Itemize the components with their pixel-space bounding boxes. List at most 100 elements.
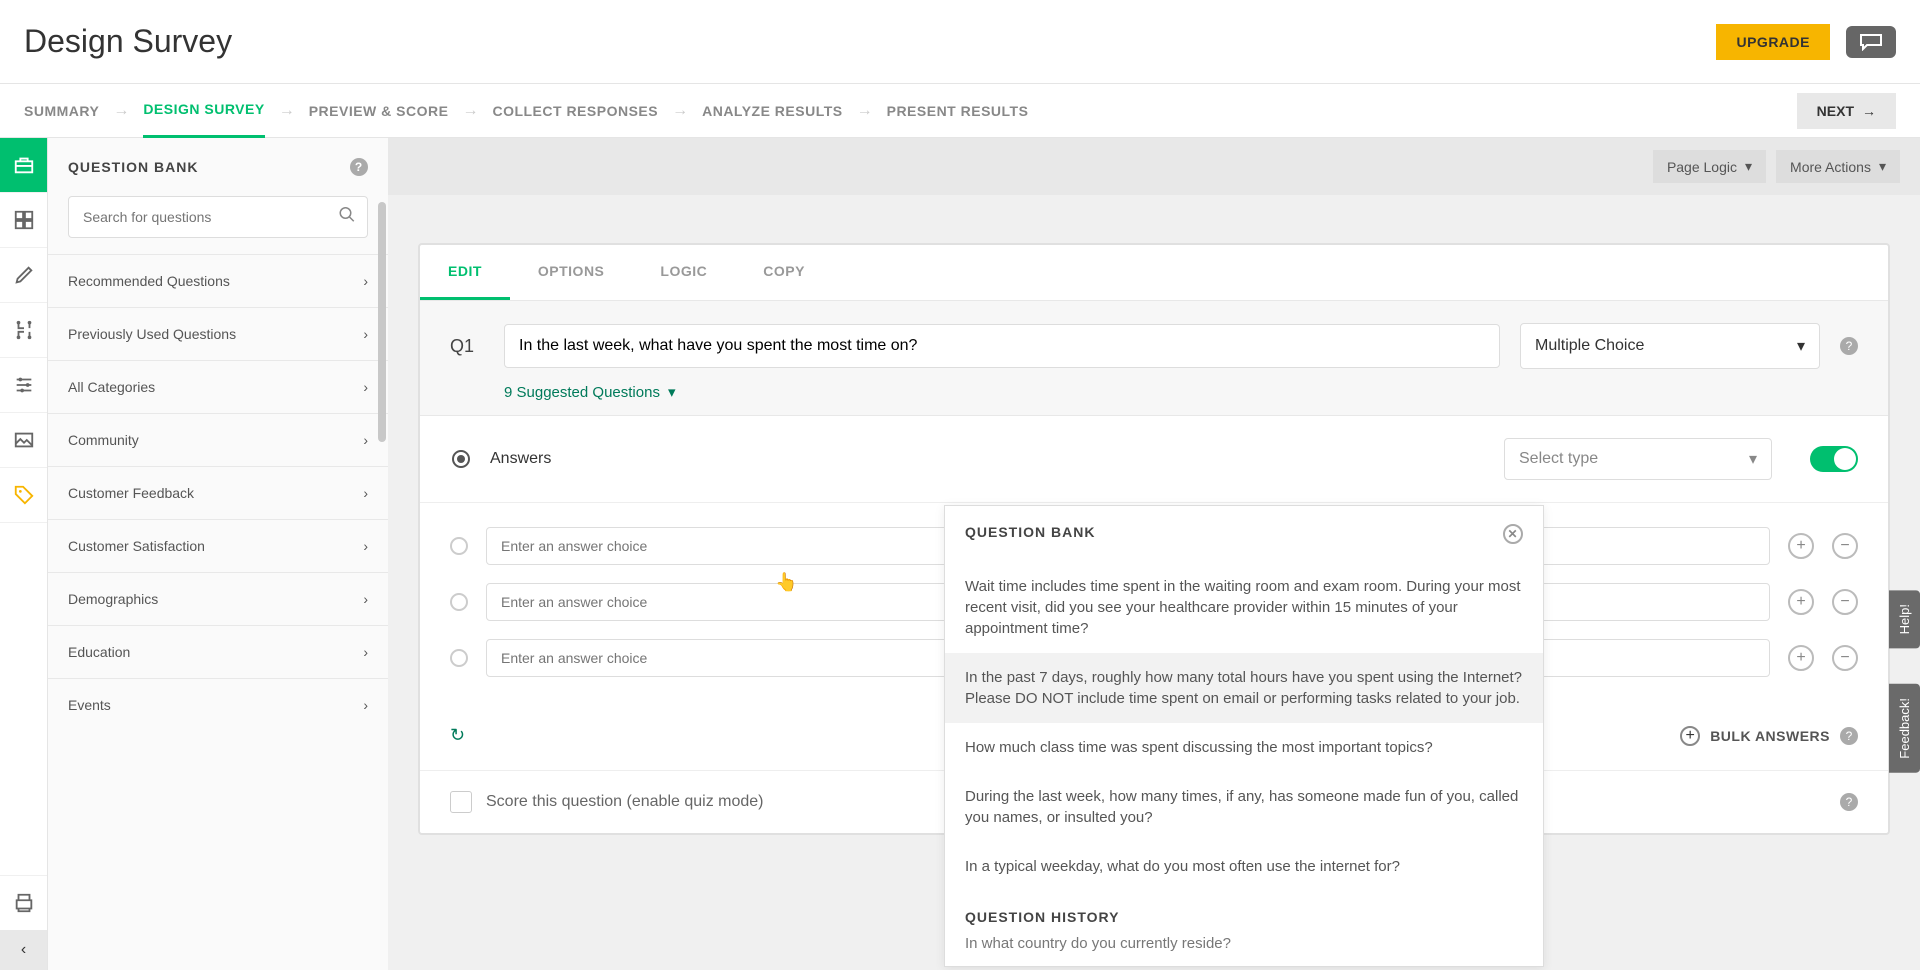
page-logic-label: Page Logic — [1667, 159, 1737, 175]
sidebar-item-demographics[interactable]: Demographics › — [48, 572, 388, 625]
breadcrumb-design-survey[interactable]: DESIGN SURVEY — [143, 83, 264, 138]
image-icon — [13, 429, 35, 451]
feedback-side-tab[interactable]: Feedback! — [1889, 684, 1920, 773]
next-button[interactable]: NEXT → — [1797, 93, 1896, 129]
remove-answer-button[interactable]: − — [1832, 533, 1858, 559]
breadcrumb-collect-responses[interactable]: COLLECT RESPONSES — [492, 85, 658, 137]
question-type-label: Multiple Choice — [1535, 337, 1644, 355]
page-title: Design Survey — [24, 23, 232, 60]
suggestion-item[interactable]: In a typical weekday, what do you most o… — [945, 842, 1543, 891]
remove-answer-button[interactable]: − — [1832, 645, 1858, 671]
sidebar-item-label: Events — [68, 697, 111, 713]
tab-edit[interactable]: EDIT — [420, 245, 510, 300]
sidebar-item-label: Customer Feedback — [68, 485, 194, 501]
suggested-questions-toggle[interactable]: 9 Suggested Questions ▾ — [420, 369, 1888, 416]
sidebar-item-all-categories[interactable]: All Categories › — [48, 360, 388, 413]
breadcrumb-present-results[interactable]: PRESENT RESULTS — [887, 85, 1029, 137]
chevron-right-icon: › — [363, 697, 368, 713]
sidebar-item-education[interactable]: Education › — [48, 625, 388, 678]
chevron-right-icon: › — [363, 273, 368, 289]
chevron-down-icon: ▾ — [1745, 158, 1752, 175]
chevron-right-icon: › — [363, 485, 368, 501]
chevron-right-icon: → — [857, 102, 873, 120]
suggestion-item[interactable]: During the last week, how many times, if… — [945, 772, 1543, 842]
rail-logic[interactable] — [0, 303, 47, 358]
rail-appearance[interactable] — [0, 248, 47, 303]
rail-options[interactable] — [0, 358, 47, 413]
question-id: Q1 — [450, 336, 484, 357]
page-logic-dropdown[interactable]: Page Logic ▾ — [1653, 150, 1766, 183]
question-type-select[interactable]: Multiple Choice ▾ — [1520, 323, 1820, 369]
chevron-right-icon: → — [462, 102, 478, 120]
tab-logic[interactable]: LOGIC — [632, 245, 735, 300]
tab-options[interactable]: OPTIONS — [510, 245, 633, 300]
rail-preview[interactable] — [0, 413, 47, 468]
breadcrumb-summary[interactable]: SUMMARY — [24, 85, 99, 137]
suggestion-item[interactable]: In the past 7 days, roughly how many tot… — [945, 653, 1543, 723]
rail-collapse[interactable]: ‹ — [0, 930, 47, 970]
suggested-label: 9 Suggested Questions — [504, 384, 660, 401]
branch-icon — [13, 319, 35, 341]
more-actions-dropdown[interactable]: More Actions ▾ — [1776, 150, 1900, 183]
help-icon[interactable]: ? — [1840, 727, 1858, 745]
bulk-answers-button[interactable]: BULK ANSWERS — [1710, 728, 1830, 744]
help-side-tab[interactable]: Help! — [1889, 590, 1920, 648]
radio-icon — [452, 450, 470, 468]
chevron-down-icon: ▾ — [668, 383, 676, 401]
plus-circle-icon[interactable]: + — [1680, 726, 1700, 746]
sidebar-item-recommended-questions[interactable]: Recommended Questions› — [48, 254, 388, 307]
search-input[interactable] — [68, 196, 368, 238]
answers-toggle[interactable] — [1810, 446, 1858, 472]
sidebar-item-label: Community — [68, 432, 139, 448]
add-answer-button[interactable]: + — [1788, 533, 1814, 559]
sidebar-item-customer-feedback[interactable]: Customer Feedback › — [48, 466, 388, 519]
suggestion-item[interactable]: How much class time was spent discussing… — [945, 723, 1543, 772]
chat-button[interactable] — [1846, 26, 1896, 58]
help-icon[interactable]: ? — [1840, 337, 1858, 355]
chat-icon — [1859, 33, 1883, 51]
sidebar-item-events[interactable]: Events › — [48, 678, 388, 731]
breadcrumb-preview-score[interactable]: PREVIEW & SCORE — [309, 85, 449, 137]
sliders-icon — [13, 374, 35, 396]
sidebar-item-previously-used-questions[interactable]: Previously Used Questions› — [48, 307, 388, 360]
history-title: QUESTION HISTORY — [945, 891, 1543, 935]
sidebar-item-customer-satisfaction[interactable]: Customer Satisfaction› — [48, 519, 388, 572]
answers-label: Answers — [490, 450, 551, 468]
breadcrumb-analyze-results[interactable]: ANALYZE RESULTS — [702, 85, 843, 137]
answer-type-select[interactable]: Select type ▾ — [1504, 438, 1772, 480]
score-checkbox[interactable] — [450, 791, 472, 813]
sidebar-item-label: All Categories — [68, 379, 155, 395]
help-icon[interactable]: ? — [350, 158, 368, 176]
sidebar-title: QUESTION BANK — [68, 159, 198, 175]
remove-answer-button[interactable]: − — [1832, 589, 1858, 615]
close-icon[interactable]: ✕ — [1503, 524, 1523, 544]
sidebar-item-label: Demographics — [68, 591, 158, 607]
history-item[interactable]: In what country do you currently reside? — [945, 935, 1543, 966]
chevron-right-icon: › — [363, 432, 368, 448]
chevron-right-icon: → — [113, 102, 129, 120]
rail-build[interactable] — [0, 193, 47, 248]
sidebar-item-label: Previously Used Questions — [68, 326, 236, 342]
rail-tags[interactable] — [0, 468, 47, 523]
sidebar-item-community[interactable]: Community › — [48, 413, 388, 466]
arrow-right-icon: → — [1862, 103, 1876, 119]
tab-copy[interactable]: COPY — [735, 245, 833, 300]
suggestion-item[interactable]: Wait time includes time spent in the wai… — [945, 562, 1543, 653]
upgrade-button[interactable]: UPGRADE — [1716, 24, 1830, 60]
chevron-right-icon: › — [363, 379, 368, 395]
select-type-label: Select type — [1519, 450, 1598, 468]
rail-print[interactable] — [0, 875, 47, 930]
help-icon[interactable]: ? — [1840, 793, 1858, 811]
briefcase-icon — [13, 154, 35, 176]
more-actions-label: More Actions — [1790, 159, 1871, 175]
add-answer-button[interactable]: + — [1788, 645, 1814, 671]
rail-question-bank[interactable] — [0, 138, 47, 193]
question-text-input[interactable] — [504, 324, 1500, 368]
sidebar-item-label: Education — [68, 644, 130, 660]
chevron-right-icon: › — [363, 644, 368, 660]
chevron-right-icon: › — [363, 591, 368, 607]
sidebar-scrollbar[interactable] — [378, 202, 386, 442]
cycle-icon[interactable]: ↻ — [450, 725, 465, 746]
print-icon — [13, 892, 35, 914]
add-answer-button[interactable]: + — [1788, 589, 1814, 615]
